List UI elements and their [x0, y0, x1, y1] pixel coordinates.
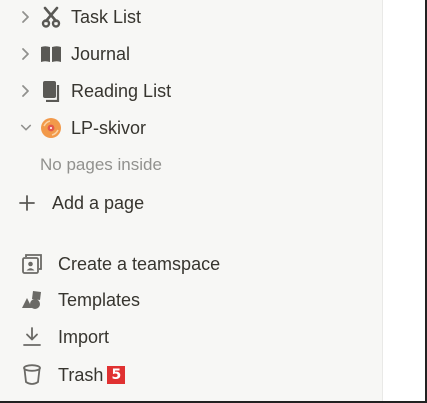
sidebar-page-label: Reading List — [71, 80, 172, 101]
sidebar: Task List Journal Reading List LP-skivor… — [0, 0, 382, 403]
sidebar-page-label: Task List — [71, 6, 142, 27]
sidebar-page-label: Journal — [71, 43, 131, 64]
sidebar-page-label: LP-skivor — [71, 117, 147, 138]
import-label: Import — [58, 326, 110, 347]
trash-button[interactable]: Trash 5 — [0, 358, 382, 392]
trash-label-wrap: Trash 5 — [58, 364, 126, 386]
books-icon — [39, 79, 63, 103]
import-icon — [21, 326, 43, 348]
trash-count-badge: 5 — [107, 365, 126, 384]
add-page-label: Add a page — [52, 192, 145, 213]
plus-icon — [19, 195, 35, 211]
scissors-icon — [39, 5, 63, 29]
book-open-icon — [39, 42, 63, 66]
templates-button[interactable]: Templates — [0, 283, 382, 317]
teamspace-icon — [21, 253, 43, 275]
templates-label: Templates — [58, 289, 141, 310]
add-page-button[interactable]: Add a page — [0, 186, 382, 220]
import-button[interactable]: Import — [0, 320, 382, 354]
sidebar-page-task-list[interactable]: Task List — [0, 0, 382, 34]
sidebar-page-reading-list[interactable]: Reading List — [0, 74, 382, 108]
trash-icon — [21, 364, 43, 386]
sidebar-page-lp-skivor[interactable]: LP-skivor — [0, 111, 382, 145]
sidebar-page-journal[interactable]: Journal — [0, 37, 382, 71]
chevron-right-icon[interactable] — [20, 10, 32, 24]
empty-state: No pages inside — [0, 148, 382, 182]
templates-icon — [21, 289, 43, 311]
vinyl-record-icon — [39, 116, 63, 140]
create-teamspace-button[interactable]: Create a teamspace — [0, 247, 382, 281]
chevron-right-icon[interactable] — [20, 84, 32, 98]
sidebar-divider — [382, 0, 383, 403]
trash-label: Trash — [58, 364, 104, 385]
chevron-right-icon[interactable] — [20, 47, 32, 61]
create-teamspace-label: Create a teamspace — [58, 253, 221, 274]
empty-state-text: No pages inside — [40, 155, 162, 174]
chevron-down-icon[interactable] — [20, 121, 32, 135]
